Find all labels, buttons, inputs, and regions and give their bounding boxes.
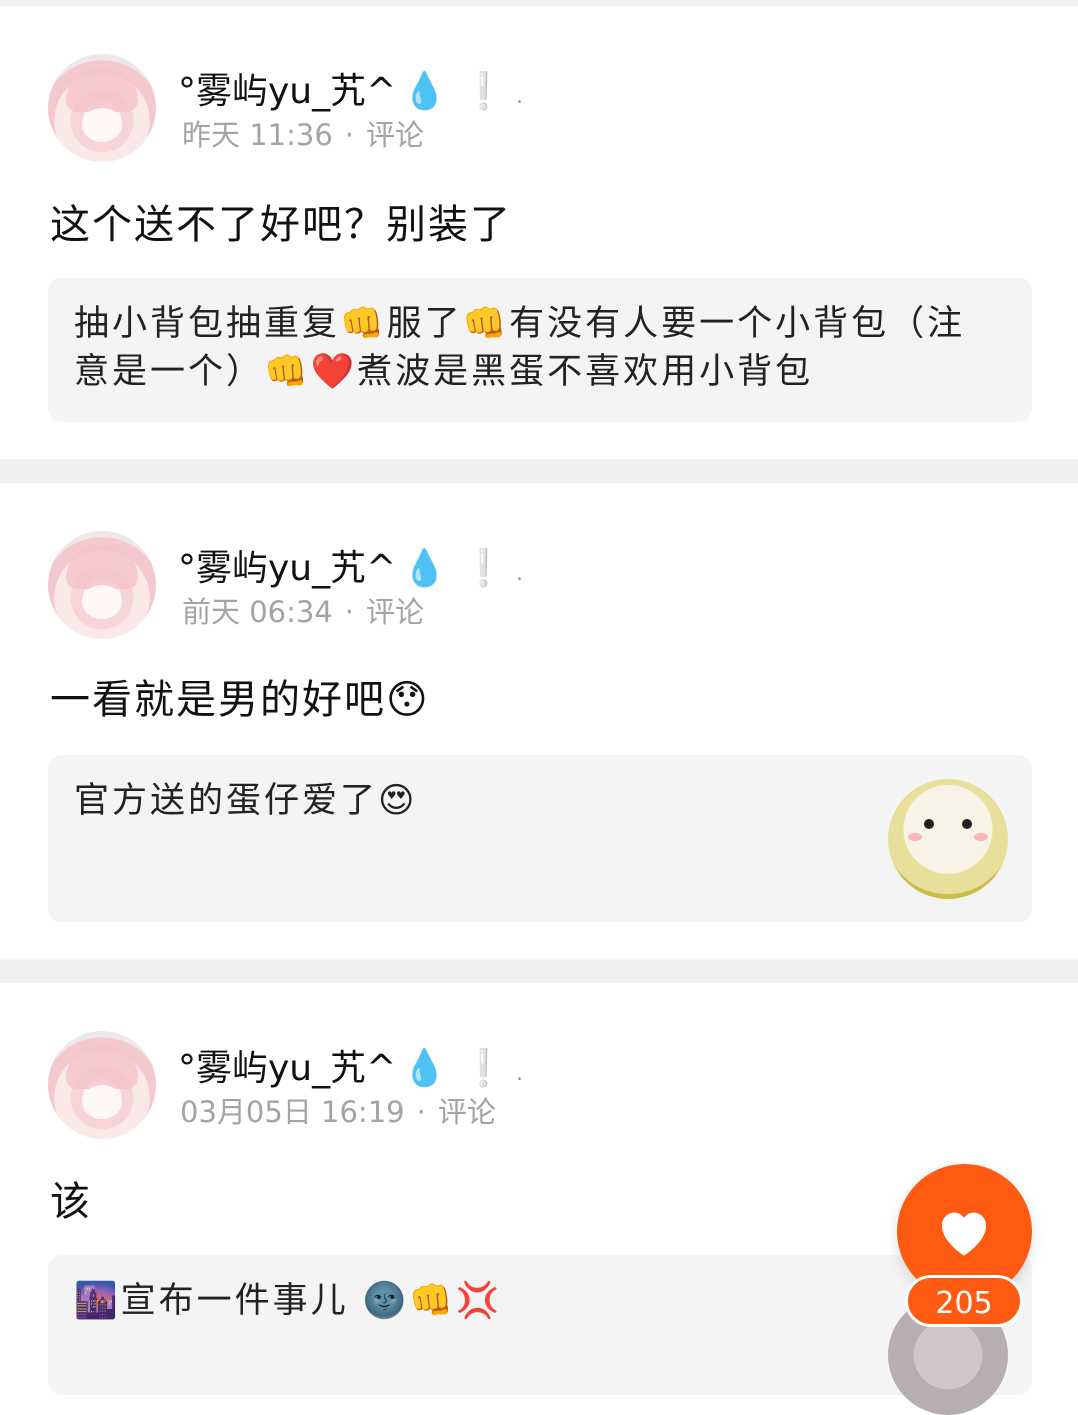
exclamation-icon: ❕ <box>461 71 506 112</box>
comment-link[interactable]: 评论 <box>366 118 424 152</box>
quoted-text: 官方送的蛋仔爱了😍 <box>74 781 418 821</box>
name-dot: . <box>515 1061 523 1086</box>
thumb-eye-left <box>924 819 934 829</box>
quoted-post[interactable]: 官方送的蛋仔爱了😍 <box>48 755 1032 922</box>
username[interactable]: °雾屿yu_艽^ 💧 ❕. <box>178 539 523 591</box>
meta-separator: · <box>344 118 355 152</box>
timestamp: 前天 06:34 <box>182 595 333 629</box>
post-meta: 03月05日 16:19 · 评论 <box>180 1089 496 1131</box>
quoted-thumbnail[interactable] <box>888 779 1008 899</box>
avatar[interactable] <box>48 531 156 639</box>
thumb-blush-left <box>908 833 922 841</box>
comment-text: 这个送不了好吧？别装了 <box>50 202 512 248</box>
timestamp: 03月05日 16:19 <box>180 1095 405 1129</box>
thumb-blush-right <box>974 833 988 841</box>
meta-separator: · <box>344 595 355 629</box>
comment-text: 一看就是男的好吧😯 <box>50 677 430 723</box>
post-card-2: °雾屿yu_艽^ 💧 ❕. 前天 06:34 · 评论 一看就是男的好吧😯 官方送的蛋仔… <box>0 483 1078 959</box>
quoted-text: 抽小背包抽重复👊服了👊有没有人要一个小背包（注意是一个）👊❤️煮波是黑蛋不喜欢用… <box>74 304 966 392</box>
avatar[interactable] <box>48 1031 156 1139</box>
comment-link[interactable]: 评论 <box>366 595 424 629</box>
username[interactable]: °雾屿yu_艽^ 💧 ❕. <box>178 62 523 114</box>
username[interactable]: °雾屿yu_艽^ 💧 ❕. <box>178 1039 523 1091</box>
comment-link[interactable]: 评论 <box>438 1095 496 1129</box>
like-count-badge: 205 <box>905 1275 1023 1327</box>
heart-icon <box>941 1212 987 1256</box>
quoted-post[interactable]: 抽小背包抽重复👊服了👊有没有人要一个小背包（注意是一个）👊❤️煮波是黑蛋不喜欢用… <box>48 278 1032 422</box>
divider <box>0 459 1078 483</box>
exclamation-icon: ❕ <box>461 548 506 589</box>
water-drop-icon: 💧 <box>402 548 448 589</box>
comment-text: 该 <box>50 1179 92 1225</box>
water-drop-icon: 💧 <box>402 71 448 112</box>
quoted-post[interactable]: 🌆宣布一件事儿 🌚👊💢 <box>48 1255 1032 1415</box>
quoted-text: 🌆宣布一件事儿 🌚👊💢 <box>74 1281 503 1321</box>
thumb-eye-right <box>962 819 972 829</box>
timestamp: 昨天 11:36 <box>182 118 333 152</box>
post-meta: 前天 06:34 · 评论 <box>182 589 424 631</box>
exclamation-icon: ❕ <box>461 1048 506 1089</box>
name-dot: . <box>515 561 523 586</box>
post-card-1: °雾屿yu_艽^ 💧 ❕. 昨天 11:36 · 评论 这个送不了好吧？别装了 抽小背包… <box>0 6 1078 459</box>
name-dot: . <box>515 84 523 109</box>
post-meta: 昨天 11:36 · 评论 <box>182 112 424 154</box>
water-drop-icon: 💧 <box>402 1048 448 1089</box>
meta-separator: · <box>416 1095 426 1129</box>
divider <box>0 959 1078 983</box>
avatar[interactable] <box>48 54 156 162</box>
